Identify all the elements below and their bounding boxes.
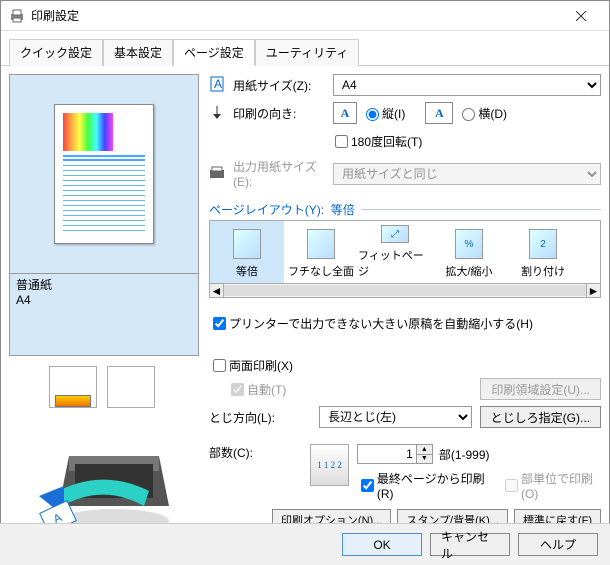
scroll-left-icon[interactable]: ◄ [210,284,224,297]
page-size-icon: A [209,76,227,94]
tab-basic[interactable]: 基本設定 [103,39,173,66]
orientation-icon [209,104,227,122]
binding-select[interactable]: 長辺とじ(左) [319,406,472,428]
paper-size-label: A4 [16,293,192,307]
copies-range: 部(1-999) [439,446,490,463]
tray-option-1[interactable] [49,366,97,408]
cancel-button[interactable]: キャンセル [430,533,510,556]
layout-section-label: ページレイアウト(Y): 等倍 [209,201,601,218]
tab-page-setup[interactable]: ページ設定 [173,39,255,66]
layout-fit[interactable]: ⤢フィットページ [358,221,432,283]
print-area-button: 印刷領域設定(U)... [480,378,601,400]
copies-label: 部数(C): [209,444,310,461]
orientation-landscape[interactable]: 横(D) [457,105,507,122]
paper-type-label: 普通紙 [16,276,192,293]
binding-label: とじ方向(L): [209,409,319,426]
help-button[interactable]: ヘルプ [518,533,598,556]
duplex-auto-checkbox: 自動(T) [227,380,286,399]
layout-normal[interactable]: 等倍 [210,221,284,283]
layout-strip: 等倍 フチなし全面 ⤢フィットページ %拡大/縮小 2割り付け [209,220,601,284]
layout-scale[interactable]: %拡大/縮小 [432,221,506,283]
layout-scrollbar[interactable]: ◄ ► [209,284,601,298]
preview-info: 普通紙 A4 [9,274,199,356]
window-title: 印刷設定 [31,7,561,24]
page-size-select[interactable]: A4 [333,74,601,96]
layout-nup[interactable]: 2割り付け [506,221,580,283]
output-size-select: 用紙サイズと同じ [333,163,601,185]
rotate-180-checkbox[interactable]: 180度回転(T) [331,132,422,151]
close-button[interactable] [561,2,601,30]
printer-illustration: A [9,426,199,536]
orientation-label: 印刷の向き: [233,105,333,122]
svg-text:A: A [214,77,222,91]
auto-shrink-checkbox[interactable]: プリンターで出力できない大きい原稿を自動縮小する(H) [209,314,533,333]
output-size-label: 出力用紙サイズ(E): [233,158,333,189]
duplex-checkbox[interactable]: 両面印刷(X) [209,356,293,375]
orientation-portrait[interactable]: 縦(I) [361,105,405,122]
copies-input[interactable] [357,444,417,464]
scroll-right-icon[interactable]: ► [586,284,600,297]
tab-quick[interactable]: クイック設定 [9,39,103,66]
ok-button[interactable]: OK [342,533,422,556]
page-preview [9,74,199,274]
collate-checkbox: 部単位で印刷(O) [501,470,601,501]
binding-margin-button[interactable]: とじしろ指定(G)... [480,406,601,428]
layout-borderless[interactable]: フチなし全面 [284,221,358,283]
page-size-label: 用紙サイズ(Z): [233,77,333,94]
printer-app-icon [9,8,25,24]
tray-option-2[interactable] [107,366,155,408]
tab-utility[interactable]: ユーティリティ [255,39,360,66]
output-size-icon [209,165,227,183]
copies-icon: 1 1 2 2 [310,444,349,486]
portrait-icon: A [333,102,357,124]
landscape-icon: A [425,102,453,124]
copies-stepper[interactable]: ▲▼ [417,444,433,464]
last-page-first-checkbox[interactable]: 最終ページから印刷(R) [357,470,489,501]
